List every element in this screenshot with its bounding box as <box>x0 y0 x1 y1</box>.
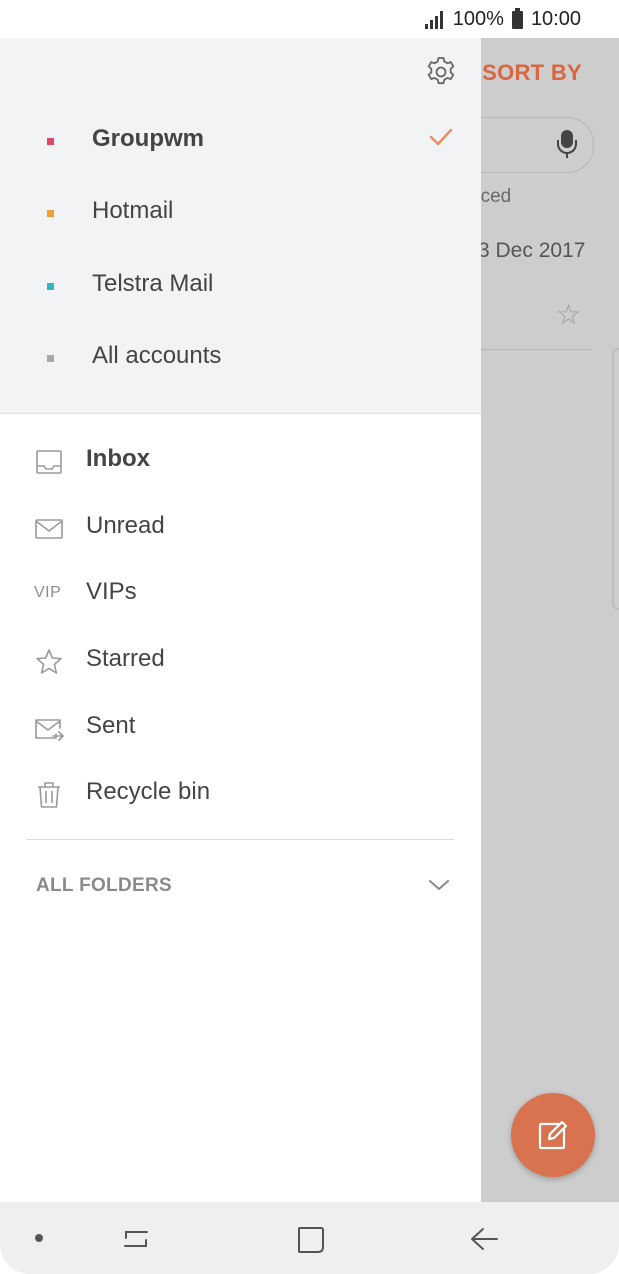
chevron-down-icon[interactable] <box>427 878 451 892</box>
envelope-icon <box>35 519 63 539</box>
account-label: All accounts <box>92 342 222 369</box>
account-label: Groupwm <box>92 125 204 152</box>
nav-dot-indicator[interactable] <box>35 1234 43 1242</box>
status-indicators: 100% 10:00 <box>424 7 581 31</box>
email-date: 3 Dec 2017 <box>478 239 586 262</box>
trash-icon <box>38 782 60 808</box>
star-icon[interactable]: ☆ <box>556 298 581 331</box>
folders-divider <box>27 839 454 840</box>
folder-item-starred[interactable]: Starred <box>0 631 481 691</box>
navigation-drawer: Groupwm Hotmail Telstra Mail All account… <box>0 38 481 1202</box>
account-item-groupwm[interactable]: Groupwm <box>0 111 481 171</box>
account-color-dot <box>47 355 54 362</box>
system-navigation-bar <box>0 1202 619 1274</box>
compose-icon <box>538 1120 568 1150</box>
signal-icon <box>424 10 445 29</box>
account-label: Telstra Mail <box>92 270 214 297</box>
sort-by-button[interactable]: SORT BY <box>482 60 582 86</box>
microphone-icon[interactable] <box>557 130 577 158</box>
account-color-dot <box>47 138 54 145</box>
checkmark-icon <box>429 128 453 146</box>
battery-percentage: 100% <box>452 8 504 30</box>
clock: 10:00 <box>530 8 581 30</box>
folder-label: Starred <box>86 645 165 672</box>
folder-item-unread[interactable]: Unread <box>0 498 481 558</box>
account-item-hotmail[interactable]: Hotmail <box>0 183 481 243</box>
folder-item-inbox[interactable]: Inbox <box>0 431 481 491</box>
battery-icon <box>511 7 523 29</box>
star-icon <box>36 649 62 674</box>
folder-label: Inbox <box>86 445 150 472</box>
accounts-section: Groupwm Hotmail Telstra Mail All account… <box>0 38 481 414</box>
vip-icon: VIP <box>34 584 62 601</box>
account-item-all-accounts[interactable]: All accounts <box>0 328 481 388</box>
folder-label: VIPs <box>86 578 137 605</box>
folder-label: Recycle bin <box>86 778 211 805</box>
settings-gear-icon[interactable] <box>424 55 458 89</box>
recents-icon[interactable] <box>121 1226 151 1252</box>
folder-label: Unread <box>86 512 165 539</box>
compose-button[interactable] <box>511 1093 595 1177</box>
folder-item-sent[interactable]: Sent <box>0 698 481 758</box>
home-icon[interactable] <box>297 1226 325 1254</box>
account-color-dot <box>47 210 54 217</box>
sent-icon <box>35 719 64 741</box>
all-folders-header[interactable]: ALL FOLDERS <box>36 875 172 897</box>
status-bar: 100% 10:00 <box>0 0 619 38</box>
folder-label: Sent <box>86 712 136 739</box>
inbox-icon <box>36 450 62 474</box>
account-item-telstra-mail[interactable]: Telstra Mail <box>0 256 481 316</box>
account-label: Hotmail <box>92 197 174 224</box>
account-color-dot <box>47 283 54 290</box>
back-icon[interactable] <box>469 1226 499 1252</box>
edge-panel-handle[interactable] <box>612 348 619 610</box>
folder-item-vips[interactable]: VIP VIPs <box>0 564 481 624</box>
list-divider <box>480 349 592 350</box>
folder-item-recycle-bin[interactable]: Recycle bin <box>0 764 481 824</box>
